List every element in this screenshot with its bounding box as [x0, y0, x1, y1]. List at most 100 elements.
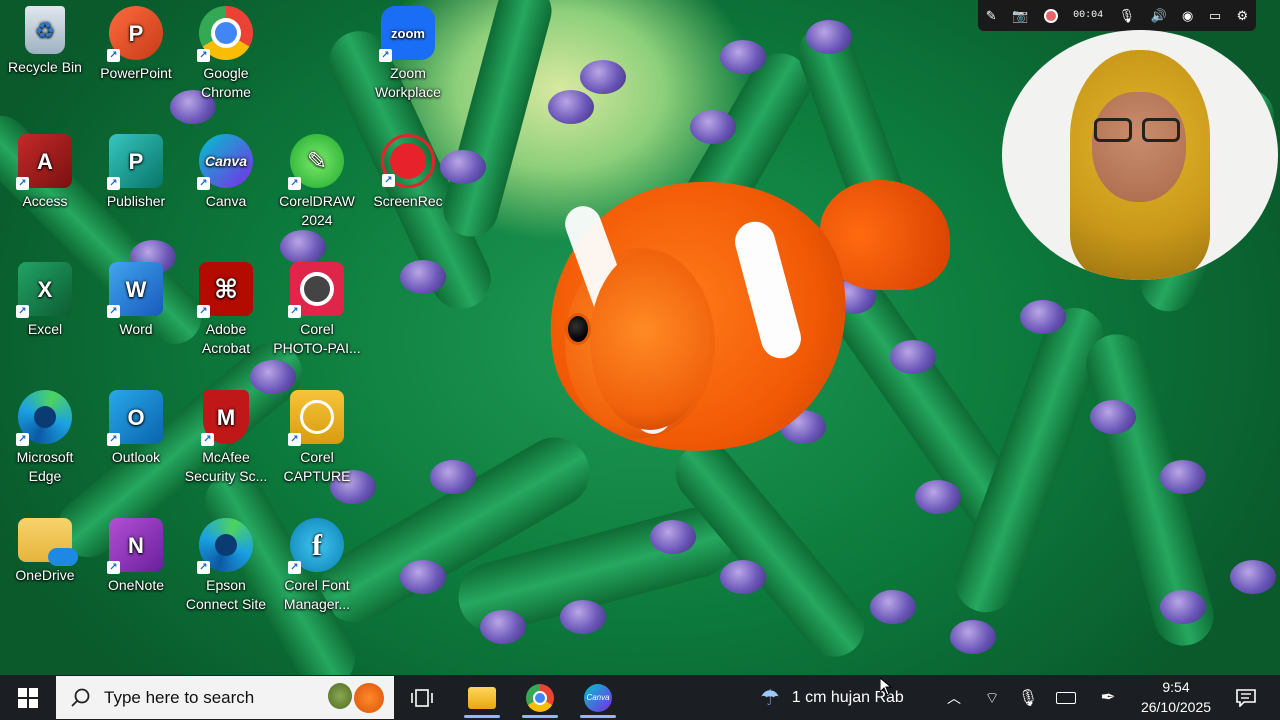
- desktop-icon-label: Corel Font Manager...: [283, 577, 351, 612]
- shortcut-arrow-icon: ↗: [201, 433, 214, 446]
- shortcut-arrow-icon: ↗: [107, 433, 120, 446]
- desktop-icon-label: Canva: [205, 193, 247, 209]
- camera-icon[interactable]: 📷: [1012, 8, 1028, 24]
- desktop-icon-coreldraw[interactable]: ✎ ↗ CorelDRAW 2024: [272, 128, 362, 230]
- zoom-icon: zoom ↗: [379, 6, 435, 62]
- clock-date: 26/10/2025: [1140, 699, 1212, 715]
- desktop-icon-chrome[interactable]: ↗ Google Chrome: [181, 0, 271, 102]
- excel-icon: X ↗: [16, 262, 72, 318]
- speaker-icon[interactable]: 🔊: [1150, 8, 1166, 24]
- shortcut-arrow-icon: ↗: [107, 49, 120, 62]
- shortcut-arrow-icon: ↗: [288, 433, 301, 446]
- desktop-icon-recycle-bin[interactable]: ♻ Recycle Bin: [0, 0, 90, 77]
- acrobat-icon: ⌘ ↗: [197, 262, 253, 318]
- desktop-icon-excel[interactable]: X ↗ Excel: [0, 256, 90, 339]
- shortcut-arrow-icon: ↗: [288, 305, 301, 318]
- microphone-icon[interactable]: 🎙: [1119, 8, 1136, 24]
- access-icon: A ↗: [16, 134, 72, 190]
- desktop-icon-corel-capture[interactable]: ↗ Corel CAPTURE: [272, 384, 362, 486]
- presenter-face: [1092, 92, 1186, 202]
- desktop-icon-label: Excel: [27, 321, 63, 337]
- taskbar-file-explorer[interactable]: [454, 675, 510, 720]
- recording-timer: 00:04: [1073, 10, 1104, 21]
- desktop-icon-photo-paint[interactable]: ↗ Corel PHOTO-PAI...: [272, 256, 362, 358]
- desktop-icon-canva[interactable]: Canva ↗ Canva: [181, 128, 271, 211]
- desktop-icon-outlook[interactable]: O ↗ Outlook: [91, 384, 181, 467]
- shortcut-arrow-icon: ↗: [16, 305, 29, 318]
- desktop-icon-edge[interactable]: ↗ Microsoft Edge: [0, 384, 90, 486]
- pen-menu-button[interactable]: ✒: [1090, 675, 1126, 720]
- folder-icon: [468, 686, 496, 709]
- desktop-icon-label: Epson Connect Site: [185, 577, 267, 612]
- taskbar-canva[interactable]: Canva: [570, 675, 626, 720]
- fish-eye: [565, 313, 591, 345]
- desktop-icon-label: Zoom Workplace: [375, 65, 441, 100]
- corel-photo-paint-icon: ↗: [288, 262, 344, 318]
- desktop-icon-publisher[interactable]: P ↗ Publisher: [91, 128, 181, 211]
- show-hidden-icons-button[interactable]: ︿: [936, 675, 972, 720]
- desktop-icon-onedrive[interactable]: OneDrive: [0, 512, 90, 585]
- search-placeholder: Type here to search: [104, 687, 255, 707]
- windows-logo-icon: [18, 687, 38, 708]
- recycle-bin-icon: ♻: [25, 6, 65, 54]
- presenter-glasses: [1090, 118, 1190, 144]
- corel-font-manager-icon: f ↗: [288, 518, 344, 574]
- desktop-icon-label: OneDrive: [15, 567, 75, 583]
- canva-icon: Canva ↗: [197, 134, 253, 190]
- battery-icon: [1056, 691, 1076, 704]
- screen-select-icon[interactable]: ▭: [1209, 8, 1221, 24]
- desktop-icon-label: CorelDRAW 2024: [279, 193, 355, 228]
- taskbar-search-box[interactable]: Type here to search: [56, 676, 394, 719]
- corel-capture-icon: ↗: [288, 390, 344, 446]
- network-button[interactable]: ⌔: [974, 675, 1010, 720]
- battery-button[interactable]: [1048, 675, 1084, 720]
- webcam-overlay[interactable]: [1002, 30, 1278, 280]
- chrome-icon: [526, 683, 554, 712]
- record-indicator-icon[interactable]: [1043, 8, 1058, 23]
- outlook-icon: O ↗: [107, 390, 163, 446]
- canva-icon: Canva: [584, 683, 612, 712]
- edge-icon: ↗: [16, 390, 72, 446]
- desktop-icon-screenrec[interactable]: ↗ ScreenRec: [363, 128, 453, 211]
- desktop-icon-label: McAfee Security Sc...: [184, 449, 268, 484]
- settings-gear-icon[interactable]: ⚙: [1237, 8, 1249, 24]
- desktop-icon-onenote[interactable]: N ↗ OneNote: [91, 512, 181, 595]
- onedrive-folder-icon: [18, 518, 78, 566]
- shortcut-arrow-icon: ↗: [197, 49, 210, 62]
- desktop-icon-word[interactable]: W ↗ Word: [91, 256, 181, 339]
- taskbar: Type here to search Canva ☂ 1 cm hujan R…: [0, 675, 1280, 720]
- task-view-button[interactable]: [394, 675, 450, 720]
- shortcut-arrow-icon: ↗: [197, 305, 210, 318]
- search-icon: [71, 688, 90, 707]
- wifi-icon: ⌔: [984, 689, 1000, 707]
- desktop-icon-mcafee[interactable]: M ↗ McAfee Security Sc...: [181, 384, 271, 486]
- notification-center-button[interactable]: [1226, 675, 1266, 720]
- search-highlight-icon: [328, 682, 384, 713]
- desktop-icon-powerpoint[interactable]: P ↗ PowerPoint: [91, 0, 181, 83]
- desktop-icon-zoom[interactable]: zoom ↗ Zoom Workplace: [363, 0, 453, 102]
- microphone-icon: 🎙: [1017, 689, 1039, 707]
- notification-icon: [1236, 688, 1256, 707]
- webcam-toggle-icon[interactable]: ◉: [1182, 8, 1193, 24]
- desktop-icon-label: Microsoft Edge: [16, 449, 74, 484]
- desktop-icon-acrobat[interactable]: ⌘ ↗ Adobe Acrobat: [181, 256, 271, 358]
- umbrella-rain-icon: ☂: [760, 684, 780, 710]
- desktop-icon-label: Publisher: [106, 193, 166, 209]
- start-button[interactable]: [0, 675, 56, 720]
- microphone-tray-button[interactable]: 🎙: [1010, 675, 1046, 720]
- desktop-icon-label: Corel PHOTO-PAI...: [273, 321, 361, 356]
- shortcut-arrow-icon: ↗: [16, 433, 29, 446]
- desktop-icon-corel-font-manager[interactable]: f ↗ Corel Font Manager...: [272, 512, 362, 614]
- chrome-icon: ↗: [197, 6, 253, 62]
- desktop-icon-label: Word: [119, 321, 153, 337]
- taskbar-clock[interactable]: 9:54 26/10/2025: [1130, 677, 1222, 717]
- screen-annotate-icon[interactable]: ✎: [986, 8, 997, 24]
- shortcut-arrow-icon: ↗: [379, 49, 392, 62]
- desktop-icon-epson[interactable]: ↗ Epson Connect Site: [181, 512, 271, 614]
- desktop-icon-access[interactable]: A ↗ Access: [0, 128, 90, 211]
- desktop-icon-label: ScreenRec: [373, 193, 443, 209]
- mouse-cursor-icon: [879, 676, 893, 701]
- taskbar-chrome[interactable]: [512, 675, 568, 720]
- epson-connect-icon: ↗: [197, 518, 253, 574]
- shortcut-arrow-icon: ↗: [288, 177, 301, 190]
